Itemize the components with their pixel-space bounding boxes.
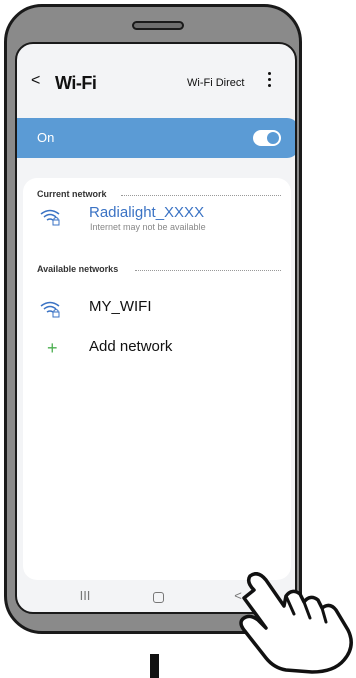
stand-stem [150, 654, 159, 678]
phone-frame: < Wi-Fi Wi-Fi Direct On Current network [4, 4, 302, 634]
pointing-hand-icon [239, 572, 353, 674]
add-network-button[interactable]: + Add network [23, 334, 291, 368]
home-button[interactable] [153, 592, 164, 603]
current-network-status: Internet may not be available [90, 222, 206, 232]
plus-icon: + [47, 338, 58, 358]
wifi-lock-icon [40, 209, 60, 226]
wifi-direct-button[interactable]: Wi-Fi Direct [187, 77, 244, 89]
recent-apps-button[interactable]: III [75, 588, 95, 610]
network-item-my-wifi[interactable]: MY_WIFI [23, 294, 291, 328]
more-vert-icon[interactable] [263, 70, 275, 92]
section-divider [121, 195, 281, 196]
current-network-name: Radialight_XXXX [89, 204, 205, 221]
available-networks-heading: Available networks [37, 264, 119, 274]
network-item-current[interactable]: Radialight_XXXX Internet may not be avai… [23, 202, 291, 236]
screen: < Wi-Fi Wi-Fi Direct On Current network [15, 42, 297, 614]
wifi-toggle-bar[interactable]: On [17, 118, 295, 158]
wifi-state-label: On [37, 130, 55, 145]
wifi-toggle-switch[interactable] [253, 130, 281, 146]
toggle-knob [267, 132, 279, 144]
current-network-heading: Current network [37, 189, 107, 199]
add-network-label: Add network [89, 338, 173, 355]
wifi-lock-icon [40, 301, 60, 318]
page-title: Wi-Fi [55, 73, 97, 93]
speaker-grille [132, 21, 184, 30]
network-list-card: Current network Radialight_XXXX Internet… [23, 178, 291, 580]
app-header: < Wi-Fi Wi-Fi Direct [17, 70, 295, 100]
network-name: MY_WIFI [89, 298, 152, 315]
back-button[interactable]: < [31, 72, 40, 90]
section-divider [135, 270, 281, 271]
